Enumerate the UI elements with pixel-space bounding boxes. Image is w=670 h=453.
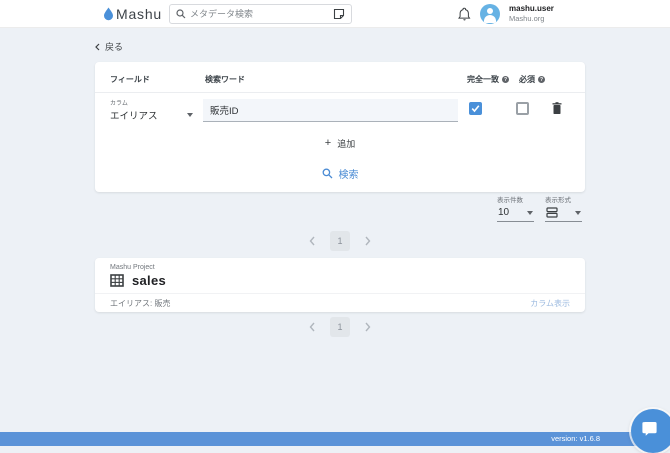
- trash-icon: [550, 101, 564, 116]
- chat-widget-button[interactable]: [631, 409, 670, 453]
- back-label: 戻る: [105, 40, 123, 53]
- search-condition-row: カラム エイリアス: [95, 93, 585, 131]
- page-size-label: 表示件数: [497, 194, 534, 204]
- chat-bubble-icon: [640, 420, 658, 438]
- result-alias: エイリアス: 販売: [110, 298, 170, 309]
- required-checkbox[interactable]: [516, 102, 529, 115]
- search-icon: [176, 9, 186, 19]
- search-icon: [322, 168, 333, 179]
- pagination-top: 1: [95, 231, 585, 251]
- field-select-label: カラム: [110, 98, 193, 107]
- chevron-down-icon: [187, 113, 193, 117]
- result-table-name: sales: [132, 273, 166, 288]
- version-text: version: v1.6.8: [551, 434, 600, 443]
- page-number-button[interactable]: 1: [330, 231, 350, 251]
- result-card-footer: エイリアス: 販売 カラム表示: [95, 293, 585, 312]
- list-view-icon: [546, 207, 558, 218]
- check-icon: [471, 104, 480, 113]
- search-submit-label: 検索: [339, 166, 359, 181]
- water-drop-icon: [103, 7, 114, 21]
- help-icon[interactable]: ?: [502, 76, 509, 83]
- chevron-down-icon: [575, 211, 581, 215]
- field-select[interactable]: カラム エイリアス: [110, 98, 193, 122]
- chevron-left-icon: [95, 43, 100, 51]
- saved-note-icon[interactable]: [333, 8, 345, 20]
- display-format-select[interactable]: 表示形式: [545, 194, 582, 222]
- search-form-card: フィールド 検索ワード 完全一致 ? 必須 ? カラム エイリアス: [95, 62, 585, 192]
- pagination-bottom: 1: [95, 317, 585, 337]
- table-grid-icon: [110, 274, 124, 287]
- field-select-value: エイリアス: [110, 108, 158, 122]
- show-columns-link[interactable]: カラム表示: [530, 298, 570, 309]
- delete-row-button[interactable]: [550, 101, 564, 116]
- column-header-required: 必須 ?: [519, 74, 545, 85]
- help-icon[interactable]: ?: [538, 76, 545, 83]
- column-header-field: フィールド: [110, 74, 150, 85]
- form-header-row: フィールド 検索ワード 完全一致 ? 必須 ?: [95, 62, 585, 93]
- notifications-bell-icon[interactable]: [458, 7, 471, 21]
- add-condition-button[interactable]: + 追加: [317, 134, 363, 153]
- avatar-person-icon: [487, 8, 493, 14]
- search-result-card[interactable]: Mashu Project sales エイリアス: 販売 カラム表示: [95, 258, 585, 312]
- page-size-value: 10: [498, 207, 509, 218]
- chevron-down-icon: [527, 211, 533, 215]
- user-info[interactable]: mashu.user Mashu.org: [509, 4, 554, 23]
- global-search-input[interactable]: [190, 9, 329, 19]
- result-project-name: Mashu Project: [110, 264, 155, 271]
- add-label: 追加: [337, 137, 355, 150]
- previous-page-button[interactable]: [309, 322, 315, 332]
- display-format-label: 表示形式: [545, 194, 582, 204]
- search-submit-button[interactable]: 検索: [312, 163, 369, 184]
- app-logo[interactable]: Mashu: [103, 6, 162, 22]
- header-right: mashu.user Mashu.org: [458, 0, 554, 28]
- global-search-box: [169, 4, 352, 24]
- next-page-button[interactable]: [365, 236, 371, 246]
- version-footer: version: v1.6.8: [0, 432, 670, 446]
- next-page-button[interactable]: [365, 322, 371, 332]
- keyword-input[interactable]: [203, 99, 458, 122]
- app-header: Mashu mashu.user Mashu.org: [0, 0, 670, 28]
- page-number-button[interactable]: 1: [330, 317, 350, 337]
- display-controls: 表示件数 10 表示形式: [497, 194, 582, 222]
- app-logo-text: Mashu: [116, 6, 162, 22]
- previous-page-button[interactable]: [309, 236, 315, 246]
- user-name: mashu.user: [509, 4, 554, 14]
- page-size-select[interactable]: 表示件数 10: [497, 194, 534, 222]
- user-avatar[interactable]: [480, 4, 500, 24]
- plus-icon: +: [325, 138, 331, 149]
- exact-match-checkbox[interactable]: [469, 102, 482, 115]
- user-organization: Mashu.org: [509, 14, 554, 23]
- back-button[interactable]: 戻る: [95, 40, 123, 53]
- column-header-keyword: 検索ワード: [205, 74, 245, 85]
- column-header-exact-match: 完全一致 ?: [467, 74, 509, 85]
